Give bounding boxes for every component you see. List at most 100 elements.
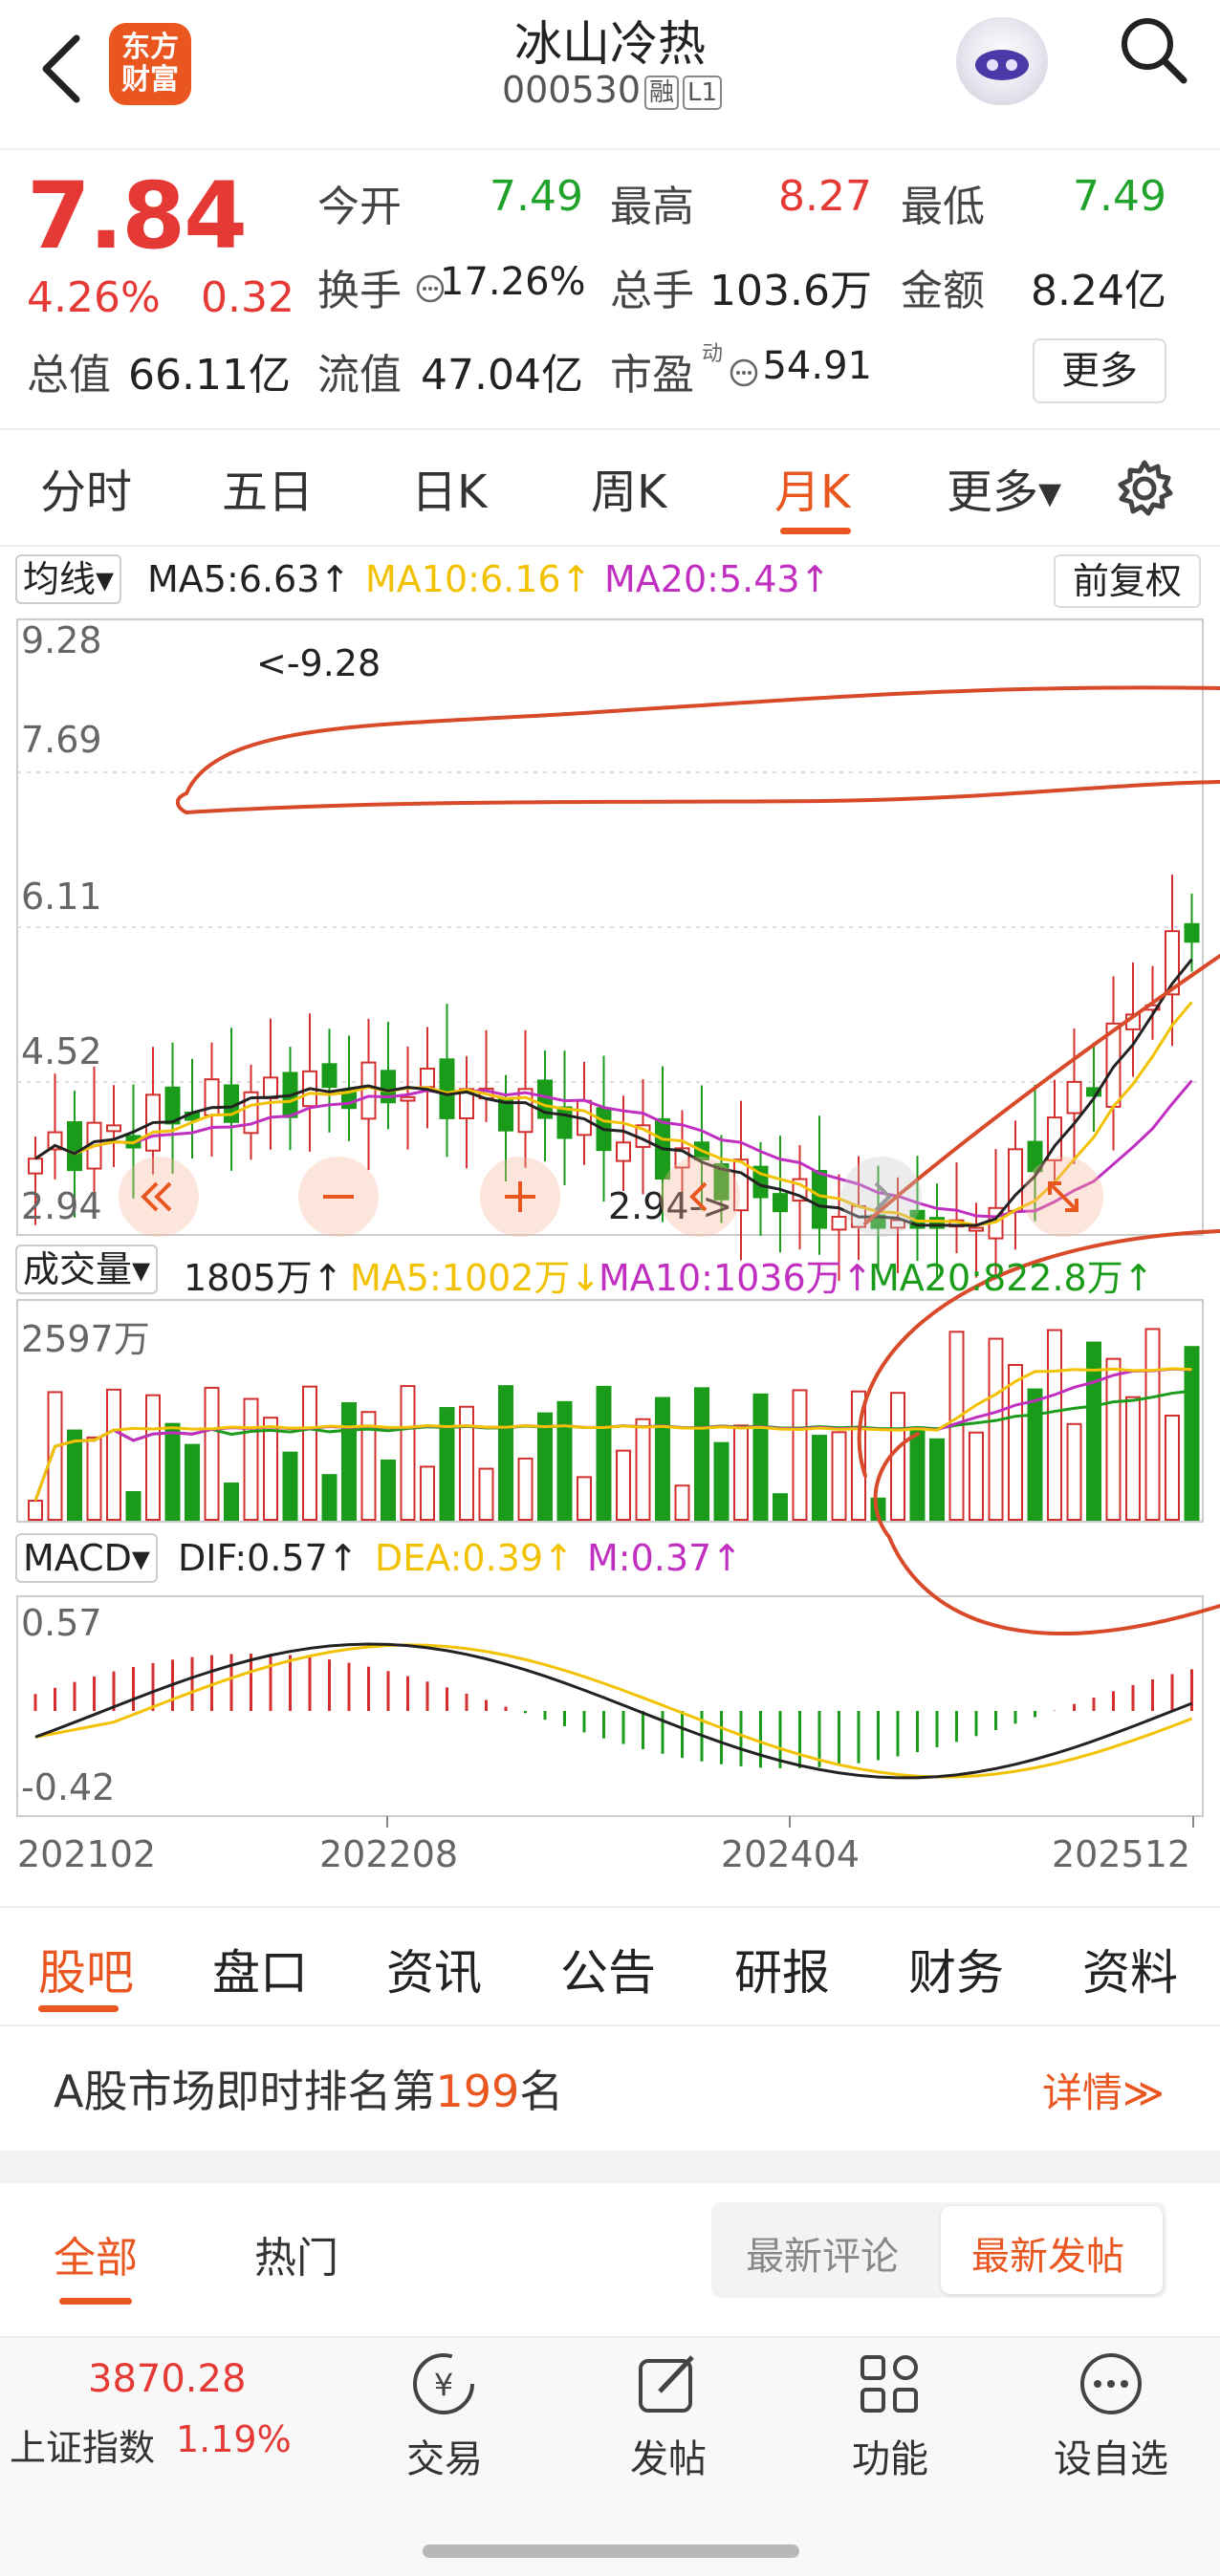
watchlist-label[interactable]: 设自选 (1046, 2428, 1176, 2483)
ma10-legend: MA10:6.16↑ (365, 558, 592, 600)
post-icon[interactable] (631, 2348, 704, 2420)
zoom-in-button[interactable] (480, 1157, 560, 1237)
volume-bar (1047, 1329, 1062, 1521)
tab-weekly-k[interactable]: 周K (591, 454, 666, 521)
volume-bar (498, 1385, 513, 1522)
candle-body (969, 1226, 984, 1232)
candle-body (400, 1095, 416, 1102)
candle-body (106, 1124, 121, 1133)
change-percent: 4.26% (27, 273, 161, 322)
ma-selector[interactable]: 均线▾ (15, 554, 122, 604)
back-arrow-icon[interactable] (34, 31, 92, 107)
more-quote-button[interactable]: 更多 (1033, 338, 1166, 403)
volume-bar (1008, 1364, 1023, 1522)
volume-bar (321, 1474, 338, 1522)
market-rank: A股市场即时排名第199名 (54, 2057, 563, 2120)
open-value: 7.49 (490, 172, 583, 221)
candle-body (556, 1106, 573, 1139)
sort-latest-comment[interactable]: 最新评论 (746, 2225, 899, 2281)
x-label-3: 202404 (721, 1833, 861, 1875)
volume-bar (929, 1438, 945, 1521)
volume-bar (439, 1407, 455, 1522)
tab-news[interactable]: 资讯 (386, 1935, 482, 2003)
tab-finance[interactable]: 财务 (908, 1935, 1004, 2003)
market-cap-value: 66.11亿 (128, 351, 291, 400)
pe-dynamic-sup: 动 (702, 342, 724, 366)
amount-label: 金额 (901, 267, 985, 315)
volume-bar (28, 1500, 43, 1521)
filter-active-indicator (59, 2298, 132, 2305)
search-icon[interactable] (1115, 11, 1191, 88)
functions-icon[interactable] (853, 2348, 926, 2420)
watchlist-icon[interactable] (1075, 2348, 1147, 2420)
volume-bar (106, 1388, 121, 1521)
trade-label[interactable]: 交易 (392, 2428, 497, 2483)
step-left-button[interactable] (660, 1157, 740, 1237)
volume-selector[interactable]: 成交量▾ (15, 1245, 159, 1294)
scroll-left-button[interactable] (119, 1157, 199, 1237)
tab-guba[interactable]: 股吧 (38, 1935, 134, 2003)
tab-daily-k[interactable]: 日K (411, 454, 487, 521)
index-value[interactable]: 3870.28 (88, 2357, 246, 2401)
zoom-out-button[interactable] (298, 1157, 379, 1237)
assistant-robot-icon[interactable] (956, 17, 1048, 105)
volume-bar (400, 1385, 416, 1521)
candle-body (420, 1067, 435, 1089)
volume-bar (1184, 1346, 1200, 1521)
functions-label[interactable]: 功能 (838, 2428, 943, 2483)
dea-line (34, 1643, 1193, 1779)
tab-more[interactable]: 更多▾ (947, 454, 1061, 521)
candle-body (616, 1141, 631, 1162)
tab-intraday[interactable]: 分时 (40, 454, 132, 521)
rank-detail-link[interactable]: 详情≫ (1042, 2061, 1165, 2119)
pe-value: 54.91 (762, 344, 872, 388)
tab-research[interactable]: 研报 (734, 1935, 830, 2003)
volume-bar (1165, 1414, 1180, 1522)
turnover-label: 换手 (317, 267, 402, 315)
x-label-4: 202512 (1052, 1833, 1191, 1875)
market-cap-label: 总值 (27, 351, 111, 400)
stock-code-row: 000530 融 L1 (421, 69, 803, 111)
tab-announcements[interactable]: 公告 (560, 1935, 656, 2003)
volume-bar (733, 1424, 749, 1522)
volume-bar (831, 1431, 847, 1522)
candle-body (1184, 922, 1200, 943)
level-tag: L1 (683, 75, 723, 110)
macd-y-top: 0.57 (21, 1602, 102, 1644)
volume-bar (302, 1385, 317, 1522)
volume-bar (125, 1490, 142, 1522)
kline-chart[interactable] (0, 612, 1220, 1883)
macd-selector[interactable]: MACD▾ (15, 1533, 158, 1583)
trade-icon[interactable]: ¥ (407, 2348, 480, 2420)
tab-five-day[interactable]: 五日 (222, 454, 314, 521)
volume-bar (969, 1431, 984, 1521)
gear-icon[interactable] (1113, 457, 1176, 520)
volume-bar (812, 1435, 827, 1521)
price-adjust-button[interactable]: 前复权 (1054, 554, 1201, 608)
post-label[interactable]: 发帖 (616, 2428, 721, 2483)
volume-bar (381, 1460, 396, 1522)
filter-hot[interactable]: 热门 (254, 2223, 338, 2284)
section-gap (0, 2151, 1220, 2183)
float-cap-value: 47.04亿 (421, 351, 583, 400)
turnover-value: 17.26% (440, 260, 586, 304)
sort-latest-post[interactable]: 最新发帖 (971, 2225, 1124, 2281)
tab-pankou[interactable]: 盘口 (212, 1935, 308, 2003)
rank-prefix: A股市场即时排名第 (54, 2066, 436, 2117)
volume-bar (792, 1389, 808, 1522)
float-cap-label: 流值 (317, 351, 402, 400)
step-right-button[interactable] (841, 1157, 922, 1237)
logo-line1: 东方 (121, 31, 179, 64)
volume-bar (243, 1397, 259, 1521)
filter-all[interactable]: 全部 (54, 2223, 138, 2284)
tab-profile[interactable]: 资料 (1082, 1935, 1178, 2003)
high-label: 最高 (610, 183, 694, 231)
tab-monthly-k[interactable]: 月K (774, 454, 850, 521)
volume-bar (674, 1484, 690, 1522)
volume-bar (145, 1394, 161, 1522)
fullscreen-button[interactable] (1023, 1157, 1103, 1237)
index-name: 上证指数 (10, 2427, 156, 2469)
volume-bar (694, 1387, 709, 1522)
volume-bar (67, 1429, 82, 1521)
divider (0, 2024, 1220, 2026)
